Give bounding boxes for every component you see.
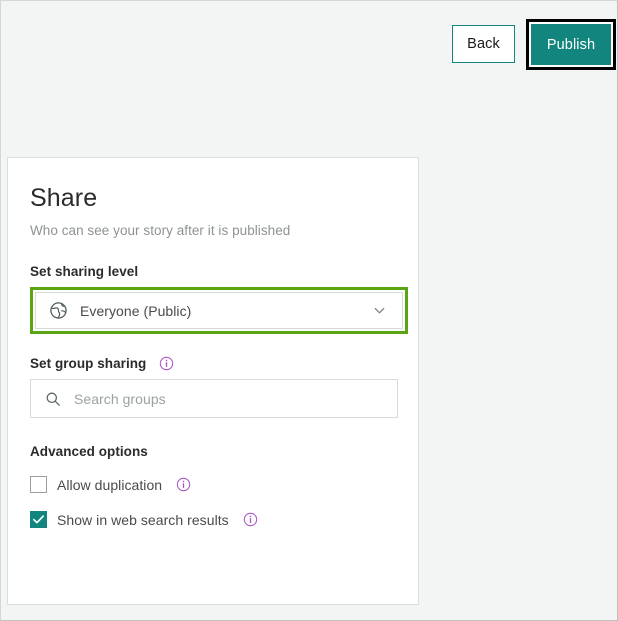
group-search-box[interactable] (30, 379, 398, 418)
chevron-down-icon[interactable] (372, 304, 386, 318)
publish-button-focus-ring: Publish (526, 19, 616, 70)
check-icon (33, 515, 44, 524)
sharing-level-label: Set sharing level (30, 264, 139, 279)
sharing-level-focus-ring: Everyone (Public) (30, 287, 408, 334)
search-input[interactable] (74, 390, 387, 407)
option-allow-duplication: Allow duplication (30, 476, 396, 493)
sharing-level-select[interactable]: Everyone (Public) (35, 292, 403, 329)
globe-icon (49, 301, 68, 320)
show-in-web-search-checkbox[interactable] (30, 511, 47, 528)
page-title: Share (30, 184, 98, 212)
show-in-web-search-label: Show in web search results (57, 511, 229, 528)
share-panel: Share Who can see your story after it is… (7, 157, 419, 605)
advanced-options-label: Advanced options (30, 444, 148, 459)
search-icon (45, 391, 61, 407)
sharing-level-value: Everyone (Public) (80, 302, 192, 319)
info-icon[interactable] (243, 512, 258, 527)
page-subtitle: Who can see your story after it is publi… (30, 223, 291, 238)
back-button[interactable]: Back (452, 25, 515, 63)
info-icon[interactable] (159, 356, 174, 371)
sharing-level-label-row: Set sharing level (30, 264, 396, 279)
action-bar: Back Publish (1, 1, 617, 91)
allow-duplication-label: Allow duplication (57, 476, 163, 493)
app-screen: Back Publish Share Who can see your stor… (0, 0, 618, 621)
group-sharing-label-row: Set group sharing (30, 356, 396, 371)
option-show-in-web-search: Show in web search results (30, 511, 396, 528)
info-icon[interactable] (176, 477, 191, 492)
group-sharing-label: Set group sharing (30, 356, 147, 371)
publish-button[interactable]: Publish (531, 24, 611, 65)
allow-duplication-checkbox[interactable] (30, 476, 47, 493)
